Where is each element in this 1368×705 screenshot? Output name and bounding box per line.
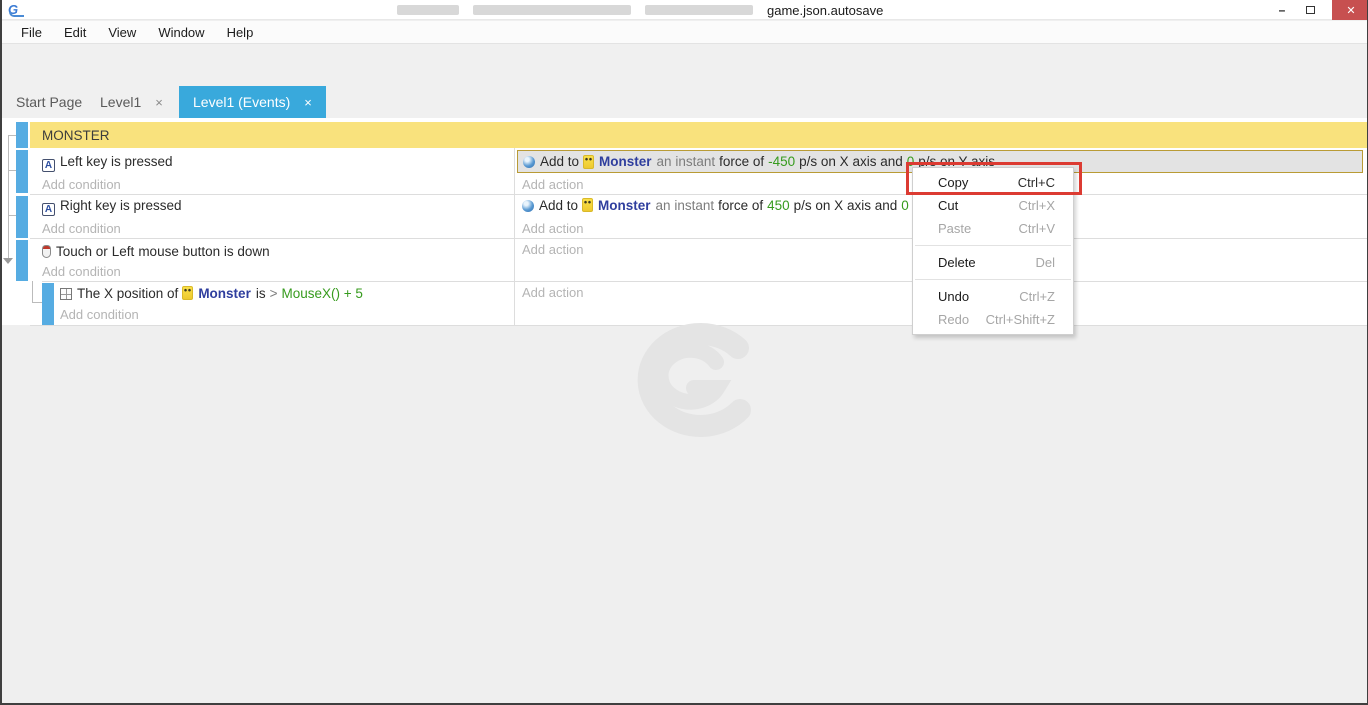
subevent-highlight-bar	[42, 283, 54, 325]
title-bar: G game.json.autosave – ✕	[2, 0, 1367, 20]
sentence-text: p/s on X axis and	[799, 154, 903, 169]
tree-line	[32, 302, 42, 303]
condition-row[interactable]: Touch or Leftmouse button is down	[42, 244, 274, 259]
add-condition-link[interactable]: Add condition	[42, 177, 121, 192]
keyboard-key-icon	[42, 203, 55, 216]
tree-line	[8, 170, 16, 171]
add-action-link[interactable]: Add action	[522, 177, 583, 192]
object-thumbnail-icon	[583, 155, 594, 169]
menu-edit[interactable]: Edit	[53, 22, 97, 43]
collapse-arrow-icon[interactable]	[3, 258, 13, 264]
restore-button[interactable]	[1296, 0, 1324, 20]
tab-bar: Start Page Level1× Level1 (Events)×	[2, 86, 1367, 118]
event-highlight-bar	[16, 240, 28, 281]
sentence-text: force of	[718, 198, 763, 213]
condition-row[interactable]: Left key is pressed	[42, 154, 177, 172]
add-action-link[interactable]: Add action	[522, 221, 583, 236]
tree-line	[32, 281, 33, 302]
menu-help[interactable]: Help	[216, 22, 265, 43]
redacted-title-segment	[397, 5, 459, 15]
close-button[interactable]: ✕	[1332, 0, 1368, 20]
context-menu-item-paste: PasteCtrl+V	[913, 217, 1073, 240]
sentence-text: force of	[719, 154, 764, 169]
event-highlight-bar	[16, 150, 28, 193]
sentence-text: Right key is pressed	[60, 198, 182, 213]
event-highlight-bar	[16, 122, 28, 148]
add-action-link[interactable]: Add action	[522, 285, 583, 300]
gdevelop-window: G game.json.autosave – ✕ File Edit View …	[0, 0, 1368, 705]
gdevelop-watermark-icon	[620, 318, 760, 443]
redacted-title-segment	[645, 5, 753, 15]
close-tab-icon[interactable]: ×	[155, 95, 163, 110]
comment-event[interactable]: MONSTER	[30, 122, 1368, 148]
object-thumbnail-icon	[182, 286, 193, 300]
menu-separator	[915, 245, 1071, 246]
row-divider	[30, 238, 1368, 239]
sentence-text: an instant	[656, 198, 715, 213]
sentence-text: Add to	[539, 198, 578, 213]
tab-start-page[interactable]: Start Page	[2, 86, 96, 118]
add-condition-link[interactable]: Add condition	[42, 221, 121, 236]
add-action-link[interactable]: Add action	[522, 242, 583, 257]
parameter-value: -450	[768, 154, 795, 169]
force-icon	[523, 156, 535, 168]
annotation-highlight-box	[906, 162, 1082, 195]
context-menu-item-undo[interactable]: UndoCtrl+Z	[913, 285, 1073, 308]
events-sheet: MONSTER Left key is pressed Add conditio…	[2, 118, 1368, 325]
close-tab-icon[interactable]: ×	[304, 95, 312, 110]
tree-line	[8, 135, 16, 136]
context-menu-item-redo: RedoCtrl+Shift+Z	[913, 308, 1073, 331]
condition-row[interactable]: Right key is pressed	[42, 198, 186, 216]
redacted-title-segment	[473, 5, 631, 15]
menu-separator	[915, 279, 1071, 280]
sentence-text: p/s on X axis and	[794, 198, 898, 213]
keyboard-key-icon	[42, 159, 55, 172]
object-thumbnail-icon	[582, 198, 593, 212]
minimize-button[interactable]: –	[1268, 0, 1296, 20]
sentence-text: an instant	[657, 154, 716, 169]
parameter-value: 450	[767, 198, 790, 213]
sentence-text: Add to	[540, 154, 579, 169]
sentence-text: Touch or	[56, 244, 108, 259]
row-divider	[42, 281, 1368, 282]
parameter-value: 0	[901, 198, 909, 213]
parameter-value: MouseX() + 5	[281, 286, 362, 301]
menu-view[interactable]: View	[97, 22, 147, 43]
position-icon	[60, 288, 72, 300]
object-name: Monster	[198, 286, 251, 301]
event-highlight-bar	[16, 196, 28, 238]
object-name: Monster	[598, 198, 651, 213]
restore-icon	[1306, 6, 1315, 14]
menu-bar: File Edit View Window Help	[2, 21, 1367, 44]
column-divider	[514, 148, 515, 325]
object-name: Monster	[599, 154, 652, 169]
app-logo-icon: G	[8, 2, 26, 18]
force-icon	[522, 200, 534, 212]
sentence-text: The X position of	[77, 286, 178, 301]
context-menu-item-cut[interactable]: CutCtrl+X	[913, 194, 1073, 217]
menu-file[interactable]: File	[10, 22, 53, 43]
tab-level1-events[interactable]: Level1 (Events)×	[179, 86, 326, 118]
sentence-text: Left	[112, 244, 135, 259]
sentence-text: >	[270, 286, 278, 301]
tree-line	[8, 215, 16, 216]
sentence-text: mouse button is down	[138, 244, 269, 259]
subevent-condition-row[interactable]: The X position of Monster is >MouseX() + 5	[60, 286, 367, 301]
context-menu-item-delete[interactable]: DeleteDel	[913, 251, 1073, 274]
sentence-text: is	[256, 286, 266, 301]
window-title-text: game.json.autosave	[767, 3, 883, 18]
window-title: game.json.autosave	[397, 4, 883, 16]
mouse-icon	[42, 245, 51, 258]
tree-line	[8, 135, 9, 261]
tab-level1[interactable]: Level1×	[86, 86, 177, 118]
row-divider	[30, 194, 1368, 195]
sentence-text: Left key is pressed	[60, 154, 173, 169]
add-condition-link[interactable]: Add condition	[42, 264, 121, 279]
add-condition-link[interactable]: Add condition	[60, 307, 139, 322]
menu-window[interactable]: Window	[147, 22, 215, 43]
toolbar	[2, 44, 1367, 86]
